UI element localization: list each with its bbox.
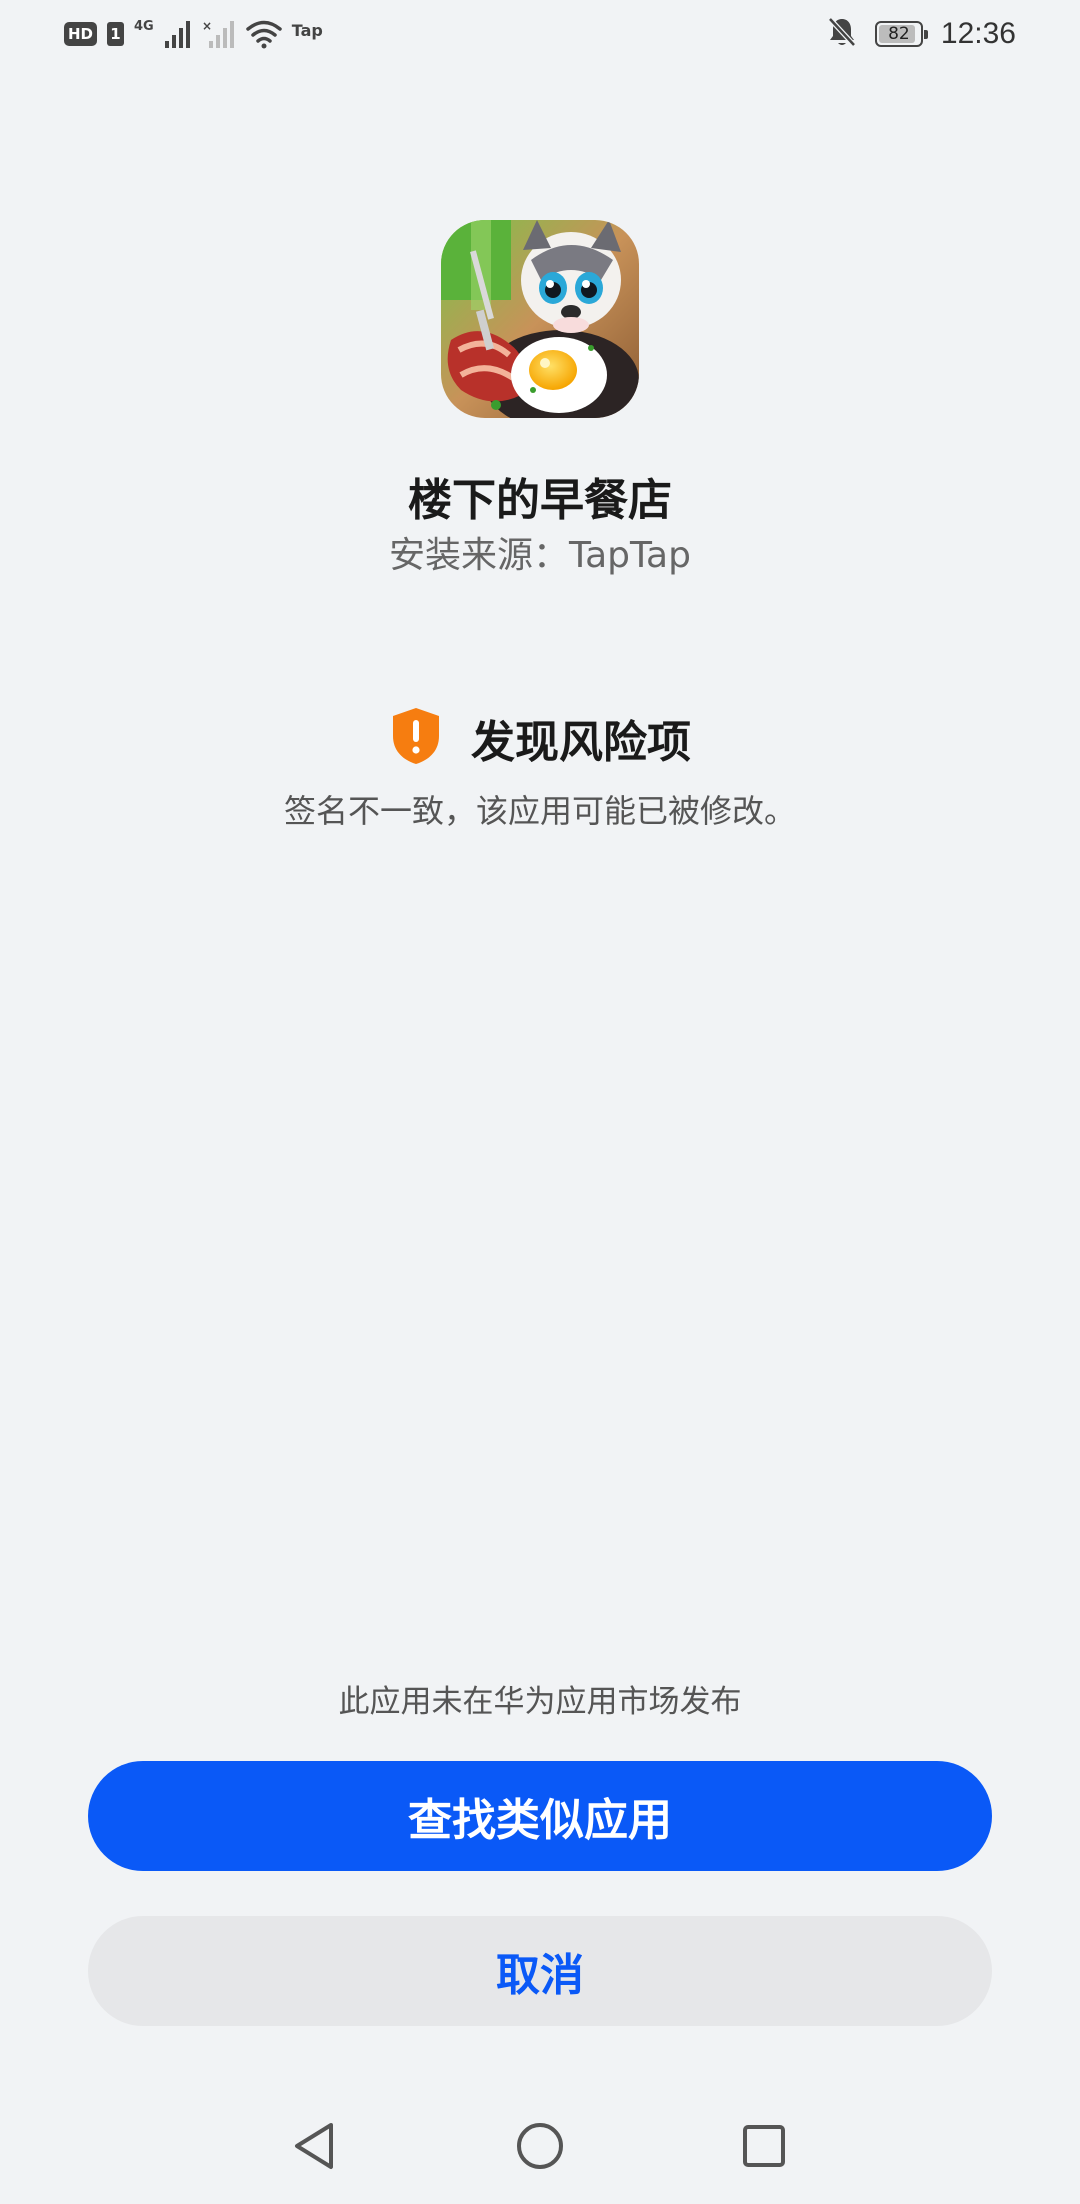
svg-text:×: × bbox=[202, 19, 212, 33]
battery-level: 82 bbox=[888, 24, 910, 44]
find-similar-apps-button[interactable]: 查找类似应用 bbox=[88, 1761, 992, 1871]
sim-badge: 1 bbox=[107, 22, 125, 46]
hd-badge: HD bbox=[64, 22, 98, 46]
network-type: 4G bbox=[134, 18, 154, 34]
cancel-button[interactable]: 取消 bbox=[88, 1916, 992, 2026]
navigation-bar bbox=[0, 2110, 1080, 2182]
market-notice: 此应用未在华为应用市场发布 bbox=[338, 1684, 742, 1720]
risk-title: 发现风险项 bbox=[471, 717, 691, 768]
status-right-group: 82 12:36 bbox=[827, 14, 1016, 54]
signal-strength-icon bbox=[164, 19, 192, 49]
bell-muted-icon bbox=[827, 16, 857, 52]
back-triangle-icon[interactable] bbox=[278, 2110, 350, 2182]
install-source: 安装来源：TapTap bbox=[389, 535, 691, 576]
status-left-group: HD 1 4G × Tap bbox=[64, 16, 323, 52]
app-name: 楼下的早餐店 bbox=[408, 475, 672, 526]
carrier-label: Tap bbox=[291, 20, 323, 40]
recents-square-icon[interactable] bbox=[728, 2110, 800, 2182]
risk-description: 签名不一致，该应用可能已被修改。 bbox=[283, 792, 796, 830]
signal-no-service-icon: × bbox=[202, 19, 236, 49]
status-bar: HD 1 4G × Tap 82 12:36 bbox=[0, 0, 1080, 68]
wifi-icon bbox=[245, 19, 282, 49]
clock: 12:36 bbox=[940, 17, 1016, 50]
battery-icon: 82 bbox=[874, 21, 928, 47]
home-circle-icon[interactable] bbox=[504, 2110, 576, 2182]
warning-shield-icon bbox=[389, 706, 443, 770]
app-icon bbox=[441, 220, 639, 418]
risk-header: 发现风险项 bbox=[0, 706, 1080, 770]
